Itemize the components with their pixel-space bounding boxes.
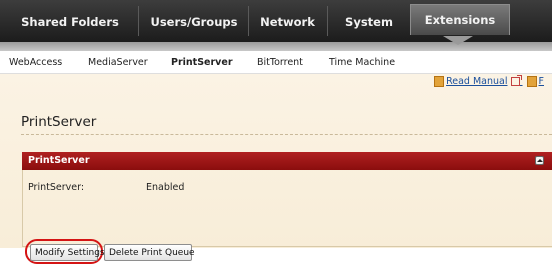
title-divider [21, 134, 552, 135]
external-link-icon [510, 75, 522, 86]
tab-separator [138, 6, 139, 36]
read-manual-link[interactable]: Read Manual F [434, 75, 544, 87]
modify-settings-button[interactable]: Modify Settings [30, 244, 105, 261]
tab-separator [327, 6, 328, 36]
panel-header: PrintServer [22, 152, 552, 170]
sub-navigation: WebAccess MediaServer PrintServer BitTor… [0, 51, 552, 74]
manual-document-icon [434, 76, 445, 87]
subnav-item-webaccess[interactable]: WebAccess [9, 51, 62, 73]
read-manual-label: Read Manual [446, 76, 508, 87]
tab-users-groups[interactable]: Users/Groups [140, 0, 248, 42]
subnav-item-bittorrent[interactable]: BitTorrent [257, 51, 303, 73]
subnav-item-mediaserver[interactable]: MediaServer [88, 51, 148, 73]
content-area: Read Manual F PrintServer PrintServer Pr… [0, 74, 552, 264]
collapse-icon[interactable] [535, 156, 544, 165]
tab-system[interactable]: System [330, 0, 408, 42]
subnav-item-printserver[interactable]: PrintServer [171, 51, 233, 73]
tab-separator [248, 6, 249, 36]
printserver-status-value: Enabled [146, 182, 185, 193]
page-title: PrintServer [21, 114, 97, 130]
manual-extra-link[interactable]: F [539, 76, 544, 87]
printserver-status-label: PrintServer: [28, 182, 85, 193]
manual-document-icon [526, 76, 537, 87]
tab-network[interactable]: Network [250, 0, 325, 42]
active-tab-pointer [443, 36, 473, 45]
panel-title: PrintServer [28, 155, 90, 166]
subnav-item-time-machine[interactable]: Time Machine [329, 51, 395, 73]
panel-body [22, 170, 552, 247]
tab-extensions[interactable]: Extensions [410, 4, 510, 35]
tab-shared-folders[interactable]: Shared Folders [10, 0, 130, 42]
delete-print-queue-button[interactable]: Delete Print Queue [104, 244, 195, 261]
